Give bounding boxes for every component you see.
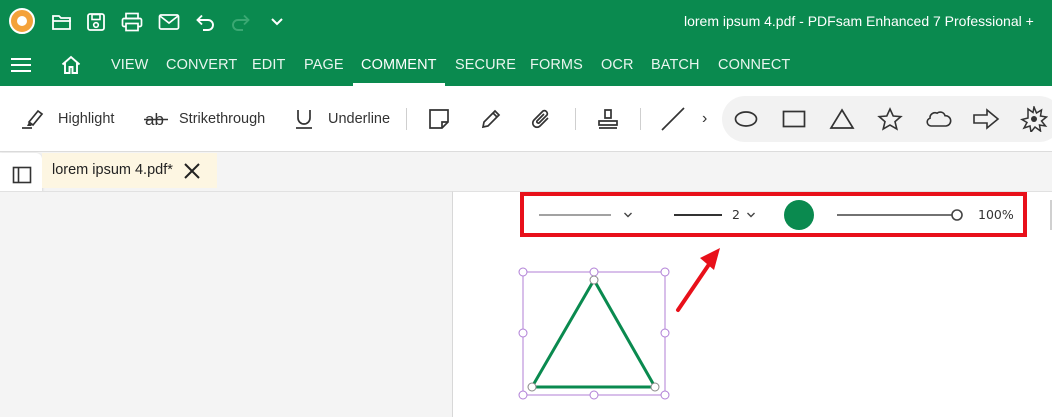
highlight-label: Highlight	[58, 111, 115, 127]
close-tab-icon[interactable]	[182, 161, 202, 181]
shape-properties-bar: 2 100%	[520, 192, 1027, 237]
underline-button[interactable]: Underline	[295, 104, 390, 134]
cloud-icon	[924, 108, 952, 130]
document-tab[interactable]: lorem ipsum 4.pdf*	[42, 153, 217, 188]
undo-icon[interactable]	[191, 8, 219, 36]
explosion-icon	[1020, 106, 1048, 132]
line-width-dropdown[interactable]: 2	[674, 196, 756, 233]
ellipse-tool-button[interactable]	[734, 104, 758, 134]
customize-quick-access-icon[interactable]	[263, 8, 291, 36]
document-tab-label: lorem ipsum 4.pdf*	[52, 162, 173, 178]
app-window: lorem ipsum 4.pdf - PDFsam Enhanced 7 Pr…	[0, 0, 1052, 417]
menu-edit[interactable]: EDIT	[252, 44, 285, 86]
sticky-note-button[interactable]	[428, 104, 450, 134]
opacity-slider-handle	[951, 208, 963, 221]
sticky-note-icon	[428, 108, 450, 130]
open-folder-icon[interactable]	[48, 8, 76, 36]
home-icon[interactable]	[60, 54, 82, 76]
rectangle-icon	[782, 110, 806, 128]
menu-page[interactable]: PAGE	[304, 44, 344, 86]
chevron-down-icon	[746, 206, 756, 224]
highlight-button[interactable]: Highlight	[20, 104, 114, 134]
stamp-icon	[596, 107, 620, 131]
window-title: lorem ipsum 4.pdf - PDFsam Enhanced 7 Pr…	[684, 13, 1034, 29]
title-bar: lorem ipsum 4.pdf - PDFsam Enhanced 7 Pr…	[0, 0, 1052, 44]
menu-ocr[interactable]: OCR	[601, 44, 634, 86]
document-background	[0, 191, 452, 417]
stamp-button[interactable]	[596, 104, 620, 134]
cloud-tool-button[interactable]	[924, 104, 952, 134]
hamburger-menu-icon[interactable]	[10, 56, 32, 74]
pencil-button[interactable]	[480, 104, 502, 134]
strikethrough-label: Strikethrough	[179, 111, 266, 127]
underline-label: Underline	[328, 111, 391, 127]
ribbon-separator	[575, 108, 576, 130]
menu-comment[interactable]: COMMENT	[353, 44, 445, 86]
chevron-down-icon	[623, 206, 633, 224]
save-icon[interactable]	[82, 8, 110, 36]
menu-batch[interactable]: BATCH	[651, 44, 700, 86]
attach-file-button[interactable]	[531, 104, 553, 134]
triangle-icon	[829, 108, 855, 130]
paperclip-icon	[531, 107, 553, 131]
star-icon	[877, 107, 903, 131]
redo-icon[interactable]	[227, 8, 255, 36]
rectangle-tool-button[interactable]	[782, 104, 806, 134]
chevron-right-icon: ›	[702, 110, 708, 127]
app-logo[interactable]	[9, 8, 35, 34]
ribbon-separator	[406, 108, 407, 130]
annotation-arrow	[676, 248, 720, 312]
menu-secure[interactable]: SECURE	[455, 44, 516, 86]
more-tools-button[interactable]: ›	[702, 104, 707, 134]
line-width-value: 2	[732, 207, 740, 222]
explosion-tool-button[interactable]	[1020, 104, 1048, 134]
underline-icon	[295, 108, 313, 130]
ellipse-icon	[734, 110, 758, 128]
menu-forms[interactable]: FORMS	[530, 44, 583, 86]
menu-connect[interactable]: CONNECT	[718, 44, 790, 86]
opacity-value: 100%	[978, 207, 1014, 222]
menu-convert[interactable]: CONVERT	[166, 44, 237, 86]
triangle-annotation[interactable]	[516, 266, 672, 402]
star-tool-button[interactable]	[877, 104, 903, 134]
comment-ribbon: Highlight ab Strikethrough Underline ›	[0, 86, 1052, 152]
color-swatch	[784, 199, 814, 230]
thumbnails-panel-icon[interactable]	[12, 165, 32, 185]
email-icon[interactable]	[155, 8, 183, 36]
ribbon-separator	[640, 108, 641, 130]
highlighter-icon	[20, 107, 46, 131]
menu-view[interactable]: VIEW	[111, 44, 148, 86]
arrow-right-icon	[972, 108, 1000, 130]
line-style-dropdown[interactable]	[539, 196, 633, 233]
triangle-tool-button[interactable]	[829, 104, 855, 134]
arrow-tool-button[interactable]	[972, 104, 1000, 134]
menu-bar: VIEW CONVERT EDIT PAGE COMMENT SECURE FO…	[0, 44, 1052, 86]
strikethrough-icon: ab	[144, 108, 168, 130]
strikethrough-button[interactable]: ab Strikethrough	[144, 104, 265, 134]
opacity-slider[interactable]	[837, 196, 967, 233]
print-icon[interactable]	[118, 8, 146, 36]
pencil-icon	[480, 108, 502, 130]
color-picker[interactable]	[784, 196, 814, 233]
line-tool-button[interactable]	[660, 104, 686, 134]
line-icon	[660, 106, 686, 132]
